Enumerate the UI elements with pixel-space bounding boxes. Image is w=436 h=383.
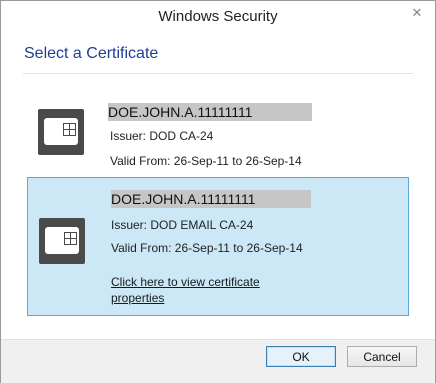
button-bar: OK Cancel [1, 339, 435, 383]
smart-card-icon [38, 109, 84, 155]
page-title: Select a Certificate [24, 45, 159, 62]
certificate-issuer: Issuer: DOD CA-24 [110, 129, 214, 143]
close-icon[interactable]: ✕ [407, 4, 427, 22]
certificate-issuer: Issuer: DOD EMAIL CA-24 [111, 218, 254, 232]
certificate-item-1[interactable]: DOE.JOHN.A.11111111 Issuer: DOD CA-24 Va… [27, 95, 409, 173]
certificate-item-2[interactable]: DOE.JOHN.A.11111111 Issuer: DOD EMAIL CA… [27, 177, 409, 316]
divider [23, 73, 413, 74]
certificate-validity: Valid From: 26-Sep-11 to 26-Sep-14 [111, 241, 303, 255]
title-bar: Windows Security ✕ [1, 1, 435, 33]
ok-button[interactable]: OK [266, 346, 336, 367]
dialog-content: Select a Certificate DOE.JOHN.A.11111111… [1, 33, 435, 339]
window-title: Windows Security [158, 8, 278, 25]
smart-card-icon [39, 218, 85, 264]
view-properties-link[interactable]: Click here to view certificate propertie… [111, 274, 271, 306]
certificate-name: DOE.JOHN.A.11111111 [111, 190, 311, 208]
dialog-window: Windows Security ✕ Select a Certificate … [0, 0, 436, 383]
certificate-validity: Valid From: 26-Sep-11 to 26-Sep-14 [110, 154, 302, 168]
cancel-button[interactable]: Cancel [347, 346, 417, 367]
certificate-name: DOE.JOHN.A.11111111 [108, 103, 312, 121]
